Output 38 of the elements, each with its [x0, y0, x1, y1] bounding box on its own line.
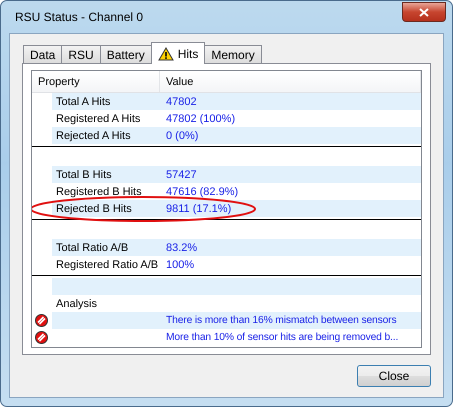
list-row[interactable]: There is more than 16% mismatch between sensors — [52, 312, 421, 329]
property-value: 47802 (100%) — [166, 112, 236, 124]
column-header[interactable]: Value — [160, 71, 421, 92]
window-title: RSU Status - Channel 0 — [14, 10, 144, 24]
tab[interactable]: Hits — [150, 42, 206, 64]
property-value: 0 (0%) — [166, 130, 198, 142]
property-name: Total B Hits — [56, 168, 112, 180]
list-row[interactable]: Total A Hits 47802 — [52, 93, 421, 110]
analysis-message: More than 10% of sensor hits are being removed b... — [166, 332, 398, 343]
property-name: Registered A Hits — [56, 112, 140, 124]
tab[interactable]: Memory — [204, 45, 262, 64]
list-row[interactable]: Rejected A Hits 0 (0%) — [52, 127, 421, 144]
property-value: 83.2% — [166, 242, 198, 254]
property-name: Total Ratio A/B — [56, 242, 128, 254]
error-icon — [35, 331, 48, 344]
property-name: Analysis — [56, 298, 97, 310]
tab[interactable]: Data — [23, 45, 62, 64]
property-name: Rejected B Hits — [56, 202, 132, 214]
property-value: 47802 — [166, 96, 197, 108]
list-row[interactable]: Rejected B Hits 9811 (17.1%) — [52, 200, 421, 217]
tab[interactable]: Battery — [100, 45, 152, 64]
property-name: Rejected A Hits — [56, 130, 131, 142]
close-button[interactable]: Close — [357, 365, 431, 387]
property-value: 9811 (17.1%) — [166, 202, 232, 214]
property-value: 57427 — [166, 168, 197, 180]
error-icon — [35, 314, 48, 327]
tab[interactable]: RSU — [61, 45, 101, 64]
property-name: Registered Ratio A/B — [56, 258, 158, 270]
list-row[interactable]: Total B Hits 57427 — [52, 166, 421, 183]
analysis-message: There is more than 16% mismatch between sensors — [166, 315, 396, 326]
list-row[interactable]: Total Ratio A/B 83.2% — [52, 239, 421, 256]
close-window-button[interactable] — [402, 2, 446, 22]
close-icon — [419, 8, 429, 16]
property-name: Registered B Hits — [56, 186, 142, 198]
property-name: Total A Hits — [56, 96, 110, 108]
column-header[interactable]: Property — [32, 71, 160, 92]
property-value: 100% — [166, 258, 194, 270]
property-value: 47616 (82.9%) — [166, 186, 238, 198]
